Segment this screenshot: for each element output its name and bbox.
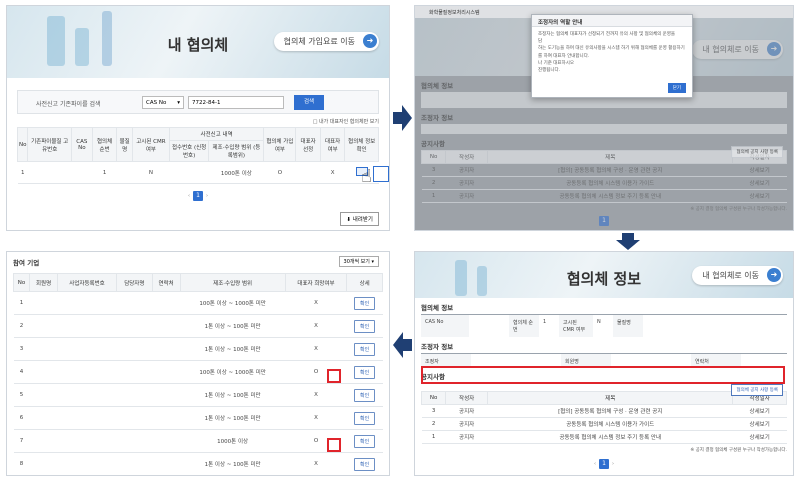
flow-arrow-right bbox=[393, 105, 412, 131]
flow-arrow-down bbox=[616, 233, 640, 250]
screenshot-root: 내 협의체 협의체 가입요료 이동 ➜ 사전신고 기존파이를 검색 CAS No ▾… bbox=[0, 0, 800, 480]
flow-arrows bbox=[393, 105, 640, 358]
flow-arrow-left bbox=[393, 332, 412, 358]
